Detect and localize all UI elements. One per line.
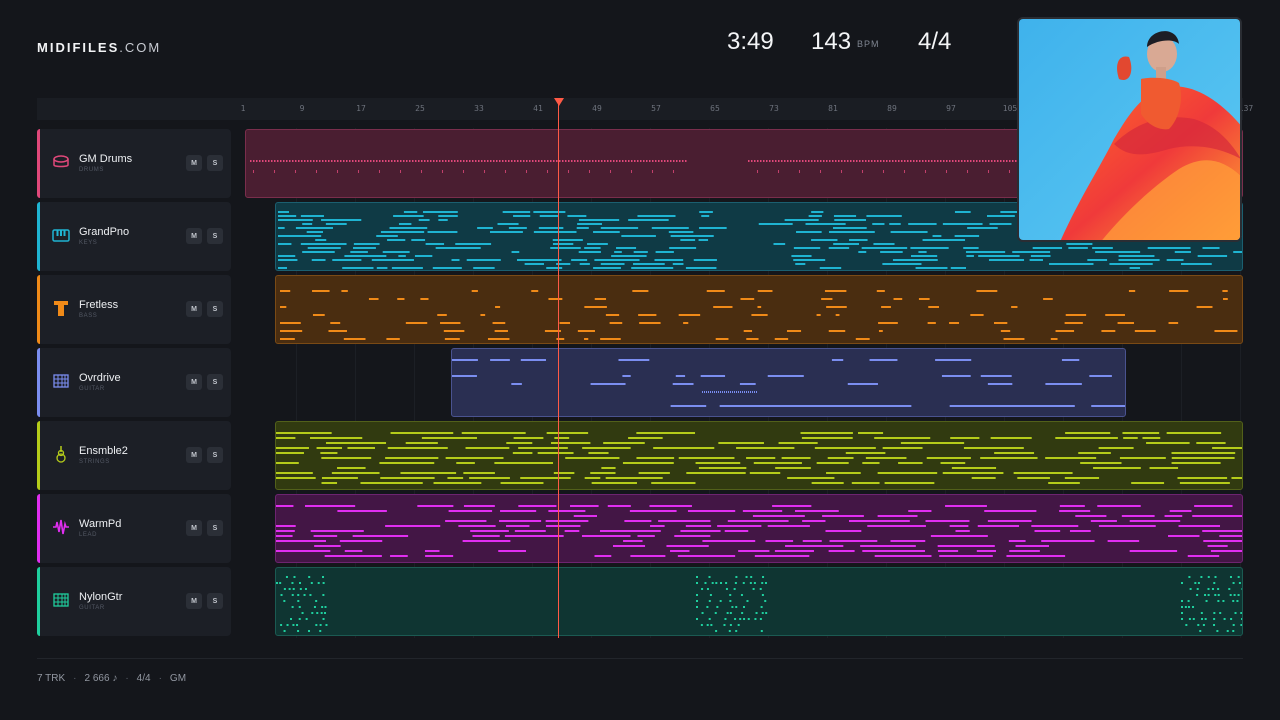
- track-name[interactable]: NylonGtr: [79, 591, 122, 603]
- midi-notes: [276, 505, 1242, 557]
- track-category: STRINGS: [79, 459, 110, 465]
- violin-icon: [52, 445, 70, 463]
- track-color-stripe: [37, 567, 40, 636]
- track-category: KEYS: [79, 240, 98, 246]
- note-count: 2 666 ♪: [84, 673, 118, 684]
- tempo-readout: 143 BPM: [811, 28, 880, 56]
- guitar-fretboard-icon: [52, 372, 70, 390]
- mute-button[interactable]: M: [186, 228, 202, 244]
- track-name[interactable]: Fretless: [79, 299, 118, 311]
- midi-notes: [280, 290, 1238, 340]
- tempo-unit: BPM: [857, 39, 880, 49]
- midi-standard: GM: [169, 673, 187, 684]
- track-header[interactable]: WarmPd LEAD M S: [37, 494, 231, 563]
- midi-clip[interactable]: [275, 275, 1243, 344]
- ruler-tick: 81: [828, 104, 838, 113]
- ruler-tick: 105: [1002, 104, 1018, 113]
- midi-notes: [276, 576, 1242, 632]
- track-category: GUITAR: [79, 605, 105, 611]
- mute-button[interactable]: M: [186, 447, 202, 463]
- track-header[interactable]: Ovrdrive GUITAR M S: [37, 348, 231, 417]
- track-count: 7 TRK: [37, 673, 66, 684]
- track-color-stripe: [37, 494, 40, 563]
- ruler-tick: 25: [415, 104, 425, 113]
- track-header[interactable]: Fretless BASS M S: [37, 275, 231, 344]
- mute-button[interactable]: M: [186, 374, 202, 390]
- time-signature: 4/4: [918, 28, 952, 55]
- solo-button[interactable]: S: [207, 374, 223, 390]
- mute-button[interactable]: M: [186, 520, 202, 536]
- drum-icon: [52, 153, 70, 171]
- ruler-tick: 17: [356, 104, 366, 113]
- midi-clip[interactable]: [275, 421, 1243, 490]
- ruler-tick: 1: [240, 104, 246, 113]
- footer-time-signature: 4/4: [136, 673, 151, 684]
- mute-button[interactable]: M: [186, 155, 202, 171]
- track-category: GUITAR: [79, 386, 105, 392]
- track-header[interactable]: GM Drums DRUMS M S: [37, 129, 231, 198]
- brand-domain: .COM: [119, 40, 162, 55]
- piano-icon: [52, 226, 70, 244]
- solo-button[interactable]: S: [207, 447, 223, 463]
- ruler-tick: 73: [769, 104, 779, 113]
- artwork-image: [1019, 19, 1240, 240]
- ruler-tick: 9: [299, 104, 305, 113]
- bass-icon: [52, 299, 70, 317]
- song-duration: 3:49: [727, 28, 774, 55]
- tempo-value: 143: [811, 28, 852, 55]
- track-category: DRUMS: [79, 167, 104, 173]
- track-name[interactable]: Ovrdrive: [79, 372, 121, 384]
- ruler-tick: 41: [533, 104, 543, 113]
- track-header[interactable]: GrandPno KEYS M S: [37, 202, 231, 271]
- ruler-tick: 89: [887, 104, 897, 113]
- track-header[interactable]: Ensmble2 STRINGS M S: [37, 421, 231, 490]
- footer-stats: 7 TRK · 2 666 ♪ · 4/4 · GM: [37, 673, 186, 684]
- brand-name: MIDIFILES: [37, 40, 120, 55]
- solo-button[interactable]: S: [207, 301, 223, 317]
- ruler-tick: 49: [592, 104, 602, 113]
- waveform-icon: [52, 518, 70, 536]
- track-name[interactable]: Ensmble2: [79, 445, 128, 457]
- footer-divider: [37, 658, 1243, 659]
- track-color-stripe: [37, 348, 40, 417]
- track-color-stripe: [37, 275, 40, 344]
- track-header[interactable]: NylonGtr GUITAR M S: [37, 567, 231, 636]
- solo-button[interactable]: S: [207, 155, 223, 171]
- playhead-handle[interactable]: [554, 98, 564, 106]
- ruler-tick: 97: [946, 104, 956, 113]
- separator: ·: [73, 673, 77, 684]
- track-name[interactable]: WarmPd: [79, 518, 121, 530]
- separator: ·: [158, 673, 162, 684]
- midi-clip[interactable]: [451, 348, 1126, 417]
- playhead[interactable]: [558, 100, 559, 638]
- album-artwork: [1017, 17, 1242, 242]
- midi-notes: [276, 432, 1242, 484]
- midi-clip[interactable]: [275, 494, 1243, 563]
- solo-button[interactable]: S: [207, 228, 223, 244]
- mute-button[interactable]: M: [186, 301, 202, 317]
- track-name[interactable]: GrandPno: [79, 226, 129, 238]
- brand-logo: MIDIFILES.COM: [37, 40, 161, 55]
- track-color-stripe: [37, 202, 40, 271]
- track-color-stripe: [37, 421, 40, 490]
- solo-button[interactable]: S: [207, 593, 223, 609]
- separator: ·: [125, 673, 129, 684]
- track-category: LEAD: [79, 532, 98, 538]
- midi-clip[interactable]: [275, 567, 1243, 636]
- midi-notes: [452, 359, 1125, 407]
- ruler-tick: 33: [474, 104, 484, 113]
- track-color-stripe: [37, 129, 40, 198]
- mute-button[interactable]: M: [186, 593, 202, 609]
- guitar-fretboard-icon: [52, 591, 70, 609]
- solo-button[interactable]: S: [207, 520, 223, 536]
- ruler-tick: 57: [651, 104, 661, 113]
- ruler-tick: 65: [710, 104, 720, 113]
- track-name[interactable]: GM Drums: [79, 153, 132, 165]
- track-category: BASS: [79, 313, 98, 319]
